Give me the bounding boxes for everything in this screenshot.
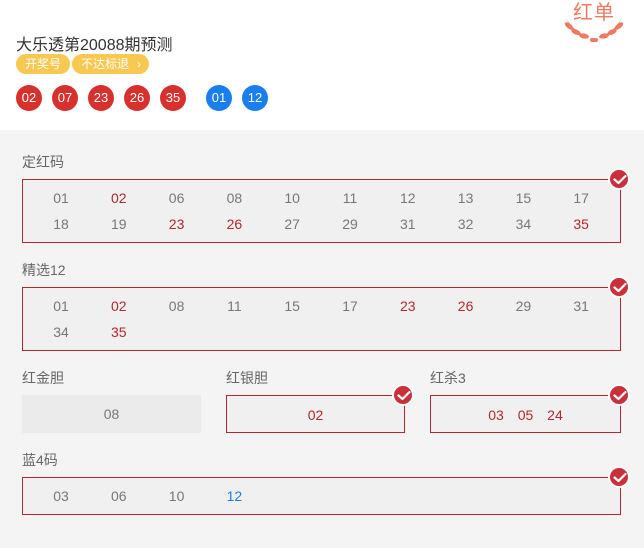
number-cell: 01 <box>53 190 69 206</box>
number-cell: 27 <box>284 216 300 232</box>
blue-ball: 12 <box>242 85 268 111</box>
red-ball: 26 <box>124 85 150 111</box>
jingxuan-box: 01 02 08 11 15 17 23 26 29 31 34 35 <box>22 287 621 351</box>
check-icon <box>608 384 630 406</box>
number-cell: 11 <box>227 298 242 314</box>
issue-header: 大乐透第20088期预测 开奖号 不达标退 › 02 07 23 26 35 0… <box>0 0 644 130</box>
number-cell: 31 <box>400 216 416 232</box>
sha-values: 03 05 24 <box>431 407 620 423</box>
draw-number-tag[interactable]: 开奖号 <box>16 54 71 74</box>
red-ball: 07 <box>52 85 78 111</box>
dinghong-box: 01 02 06 08 10 11 12 13 15 17 18 19 23 26 27 29 31 32 34 35 <box>22 179 621 243</box>
jindan-label: 红金胆 <box>22 370 64 386</box>
number-cell: 31 <box>573 298 589 314</box>
yindan-box: 02 <box>226 395 405 433</box>
number-cell: 26 <box>226 216 243 232</box>
number-cell: 19 <box>111 216 127 232</box>
jindan-value: 08 <box>103 406 120 422</box>
jindan-box: 08 <box>22 395 201 433</box>
number-cell: 11 <box>342 190 358 206</box>
number-cell: 15 <box>284 298 300 314</box>
blue-number-cell: 10 <box>168 488 185 504</box>
chevron-right-icon: › <box>137 57 142 71</box>
check-icon <box>392 384 414 406</box>
number-cell: 08 <box>168 298 185 314</box>
dinghong-label: 定红码 <box>22 154 64 170</box>
number-cell: 34 <box>515 216 532 232</box>
number-cell: 02 <box>111 190 127 206</box>
jingxuan-label: 精选12 <box>22 262 66 278</box>
number-cell: 06 <box>168 190 185 206</box>
check-icon <box>608 466 630 488</box>
number-cell: 26 <box>457 298 474 314</box>
blue-number-cell: 03 <box>53 488 69 504</box>
yindan-label: 红银胆 <box>226 370 268 386</box>
lan-label: 蓝4码 <box>22 452 58 468</box>
number-cell: 13 <box>457 190 474 206</box>
number-cell: 35 <box>111 324 127 340</box>
number-cell: 10 <box>284 190 300 206</box>
kill-number: 05 <box>517 407 534 423</box>
number-cell: 32 <box>457 216 474 232</box>
number-cell: 29 <box>515 298 532 314</box>
stamp-label: 红单 <box>573 2 615 24</box>
lan-box: 03 06 10 12 <box>22 477 621 515</box>
number-cell: 18 <box>53 216 69 232</box>
red-ball: 23 <box>88 85 114 111</box>
number-cell: 17 <box>573 190 589 206</box>
number-cell: 35 <box>573 216 589 232</box>
yindan-value: 02 <box>307 407 324 423</box>
number-cell: 23 <box>168 216 185 232</box>
red-ball: 02 <box>16 85 42 111</box>
refund-tag[interactable]: 不达标退 › <box>72 54 150 74</box>
check-icon <box>608 276 630 298</box>
refund-tag-label: 不达标退 <box>81 57 130 71</box>
check-icon <box>608 168 630 190</box>
red-ball: 35 <box>160 85 186 111</box>
number-cell: 12 <box>400 190 416 206</box>
page-title: 大乐透第20088期预测 <box>16 37 173 54</box>
blue-number-cell: 06 <box>111 488 127 504</box>
red-single-stamp: 红单 <box>552 0 636 48</box>
number-cell: 15 <box>515 190 532 206</box>
number-cell: 02 <box>111 298 127 314</box>
number-cell: 34 <box>53 324 69 340</box>
number-cell: 23 <box>400 298 416 314</box>
sha-label: 红杀3 <box>430 370 466 386</box>
number-cell: 29 <box>342 216 358 232</box>
number-cell: 08 <box>226 190 243 206</box>
blue-ball: 01 <box>206 85 232 111</box>
blue-number-cell: 12 <box>226 488 243 504</box>
sha-box: 03 05 24 <box>430 395 621 433</box>
number-cell: 17 <box>342 298 358 314</box>
kill-number: 03 <box>488 407 504 423</box>
kill-number: 24 <box>547 407 563 423</box>
number-cell: 01 <box>53 298 69 314</box>
